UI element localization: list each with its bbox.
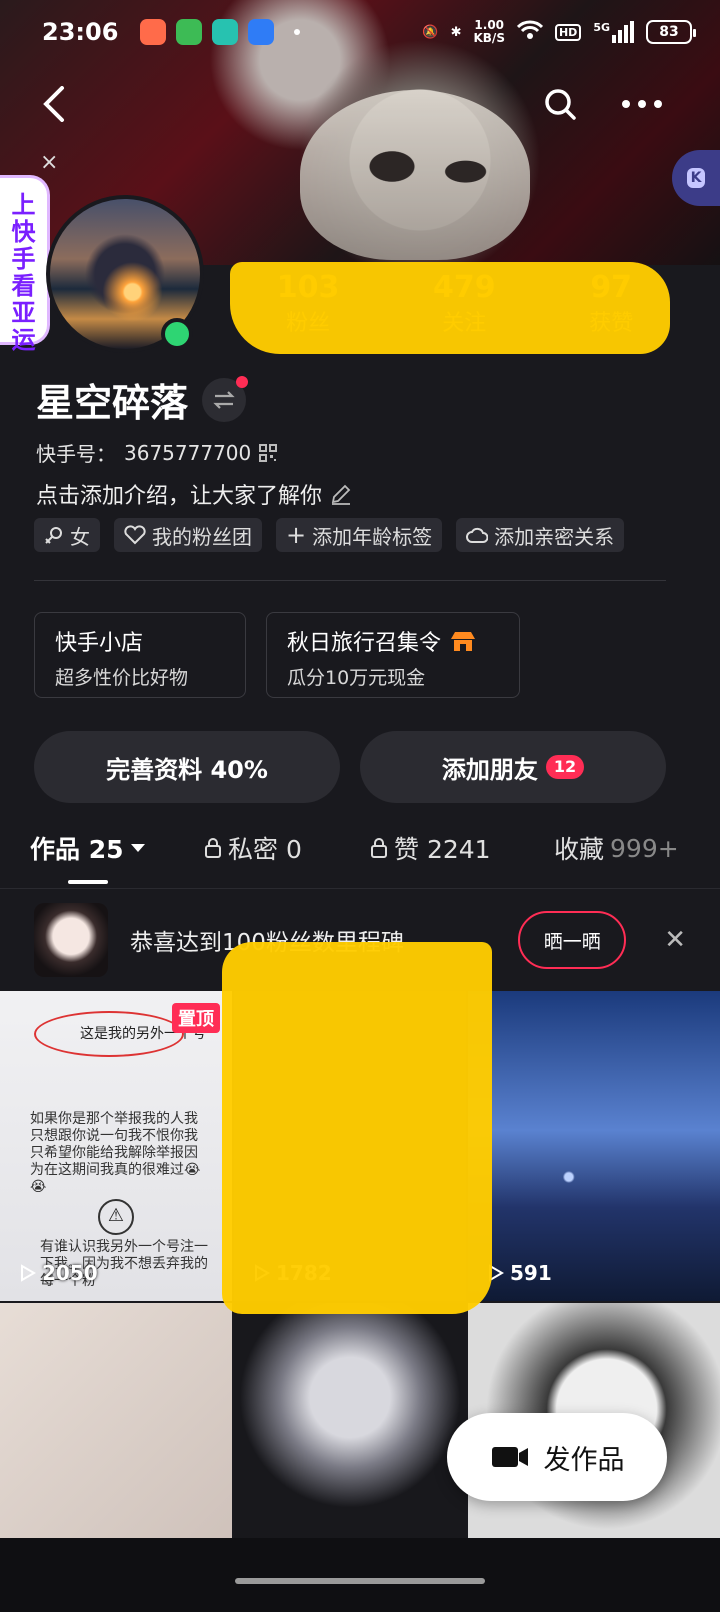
mute-icon: 🔕: [422, 24, 439, 40]
side-tab-close-icon[interactable]: ×: [40, 150, 58, 175]
notification-icons: [140, 19, 275, 45]
battery-icon: 83: [646, 20, 696, 44]
add-friend-button[interactable]: 添加朋友 12: [360, 731, 666, 803]
network-speed: 1.00 KB/S: [473, 18, 505, 45]
kuaishou-shop-card[interactable]: 快手小店 超多性价比好物: [34, 612, 246, 698]
video-camera-icon: [491, 1447, 528, 1467]
friend-request-badge: 12: [545, 755, 585, 779]
redaction-overlay: [222, 942, 492, 1314]
share-milestone-button[interactable]: 晒一晒: [518, 911, 627, 969]
section-divider: [34, 580, 666, 581]
online-status-indicator: [161, 318, 193, 350]
hd-icon: HD: [554, 23, 582, 41]
signal-icon: 5G: [593, 21, 634, 43]
app-notification-icon: [176, 19, 203, 45]
status-indicators: 🔕 ✱ 1.00 KB/S HD 5G 83: [422, 18, 696, 45]
app-notification-icon: [248, 19, 275, 45]
milestone-avatar: [34, 903, 108, 977]
plus-icon: +: [286, 521, 307, 549]
play-icon: [21, 1264, 36, 1282]
lock-icon: [371, 838, 387, 858]
active-tab-indicator: [68, 880, 108, 884]
work-item[interactable]: [0, 1303, 232, 1539]
fan-club-tag[interactable]: 我的粉丝团: [114, 518, 262, 552]
warning-icon: ⚠: [98, 1199, 134, 1235]
status-time: 23:06: [42, 18, 119, 46]
more-button[interactable]: [618, 82, 666, 126]
kuaishou-id[interactable]: 快手号： 3675777700: [36, 438, 278, 467]
app-notification-icon: [212, 19, 239, 45]
content-tabs: 作品 25 私密 0 赞 2241 收藏 999+: [0, 830, 720, 888]
work-item[interactable]: 这是我的另外一个号 如果你是那个举报我的人我只想跟你说一句我不恨你我只希望你能给…: [0, 991, 232, 1301]
tab-private[interactable]: 私密 0: [204, 830, 302, 866]
travel-campaign-card[interactable]: 秋日旅行召集令 瓜分10万元现金: [266, 612, 520, 698]
lock-icon: [205, 838, 221, 858]
k-logo-icon: K: [686, 168, 706, 188]
status-bar: 23:06 🔕 ✱ 1.00 KB/S HD 5G 83: [0, 0, 720, 64]
gender-tag[interactable]: 女: [34, 518, 100, 552]
back-button[interactable]: [32, 82, 76, 126]
swap-icon: [213, 390, 235, 409]
work-item[interactable]: [234, 1303, 466, 1539]
qr-code-icon: [259, 443, 278, 462]
pinned-badge: 置顶: [172, 1003, 220, 1033]
bluetooth-icon: ✱: [450, 24, 462, 40]
play-count: 591: [488, 1261, 552, 1285]
system-nav-bar: [0, 1538, 720, 1612]
profile-name: 星空碎落: [36, 381, 189, 425]
app-notification-icon: [140, 19, 167, 45]
home-indicator[interactable]: [235, 1578, 485, 1584]
switch-account-button[interactable]: [202, 375, 249, 422]
redaction-overlay: [230, 262, 670, 354]
close-icon[interactable]: ✕: [664, 925, 686, 955]
profile-intro[interactable]: 点击添加介绍，让大家了解你: [36, 478, 352, 510]
tab-works[interactable]: 作品 25: [30, 830, 146, 866]
complete-profile-button[interactable]: 完善资料 40%: [34, 731, 340, 803]
banner-illustration: [300, 90, 530, 260]
add-age-tag[interactable]: + 添加年龄标签: [276, 518, 443, 552]
add-relationship-tag[interactable]: 添加亲密关系: [456, 518, 625, 552]
tab-favorites[interactable]: 收藏 999+: [554, 830, 679, 866]
notification-dot: [236, 375, 249, 388]
play-count: 2050: [20, 1261, 98, 1285]
more-icon: [622, 100, 662, 108]
female-icon: [45, 527, 62, 544]
search-icon: [545, 89, 576, 120]
shop-icon: [451, 632, 476, 651]
wifi-icon: [516, 20, 544, 44]
tab-liked[interactable]: 赞 2241: [370, 830, 491, 866]
publish-work-button[interactable]: 发作品: [447, 1413, 667, 1501]
work-item[interactable]: 591: [468, 991, 720, 1301]
floating-service-button[interactable]: K: [672, 150, 720, 206]
search-button[interactable]: [538, 82, 582, 126]
tab-divider: [0, 888, 720, 889]
profile-tags: 女 我的粉丝团 + 添加年龄标签 添加亲密关系: [34, 518, 625, 552]
profile-name-row: 星空碎落: [36, 372, 249, 427]
asian-games-side-tab[interactable]: 上快手 看亚运: [0, 175, 50, 354]
caret-down-icon: [130, 844, 145, 852]
cloud-icon: [466, 527, 489, 543]
heart-icon: [124, 525, 146, 545]
more-notifications-dot: [294, 29, 301, 35]
edit-icon: [331, 484, 351, 505]
